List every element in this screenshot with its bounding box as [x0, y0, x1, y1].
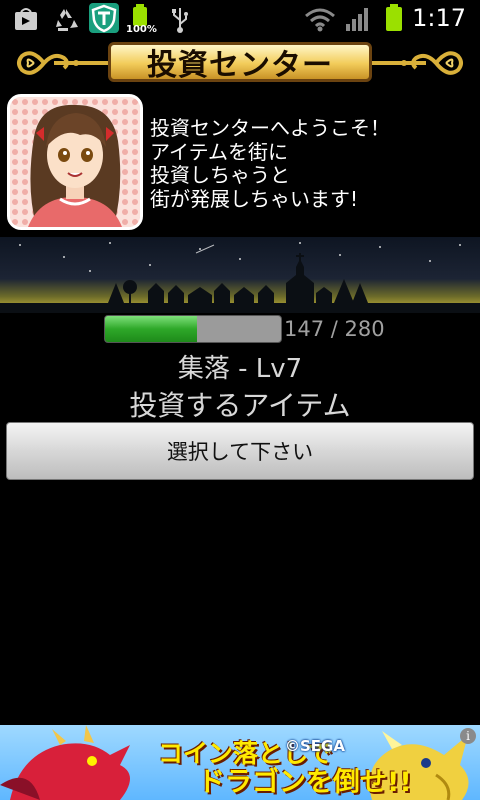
intro-line: 街が発展しちゃいます!	[150, 186, 359, 211]
usb-icon	[172, 8, 188, 33]
wifi-icon	[305, 8, 335, 32]
page-title: 投資センター	[147, 48, 333, 83]
intro-line: アイテムを街に	[150, 139, 288, 164]
battery-100-icon	[133, 4, 147, 26]
play-store-icon	[15, 8, 37, 30]
night-town-silhouette	[0, 237, 480, 313]
level-text: 集落 - Lv7	[177, 354, 303, 384]
clock: 1:17	[412, 4, 466, 32]
title-banner: 投資センター	[0, 38, 480, 88]
signal-icon	[346, 8, 368, 31]
ad-headline-2: ドラゴンを倒せ!!	[198, 767, 412, 798]
battery-icon	[386, 4, 402, 31]
progress-text: 147 / 280	[284, 317, 385, 341]
recycle-icon	[56, 9, 78, 31]
intro-line: 投資しちゃうと	[150, 163, 290, 187]
progress-fill	[105, 316, 198, 342]
intro-line: 投資センターへようこそ！	[150, 116, 390, 140]
avatar	[7, 94, 143, 230]
select-item-button[interactable]: 選択して下さい	[6, 422, 474, 480]
town-scene	[0, 237, 480, 313]
town-progress-bar	[104, 315, 282, 343]
red-dragon-icon	[0, 725, 130, 800]
info-icon[interactable]: i	[460, 728, 476, 744]
status-bar: 100% 1:17	[0, 0, 480, 38]
invest-item-label: 投資するアイテム	[129, 389, 351, 422]
ad-copyright: ©SEGA	[285, 737, 345, 755]
intro-message: 投資センターへようこそ！ アイテムを街に 投資しちゃうと 街が発展しちゃいます!	[150, 116, 475, 211]
character-portrait	[10, 97, 140, 227]
banner-ornament-right	[372, 51, 463, 75]
title-plate: 投資センター	[108, 42, 372, 83]
t-app-icon	[89, 3, 119, 33]
battery-percent-label: 100%	[126, 24, 157, 35]
banner-ornament-left	[17, 51, 108, 75]
